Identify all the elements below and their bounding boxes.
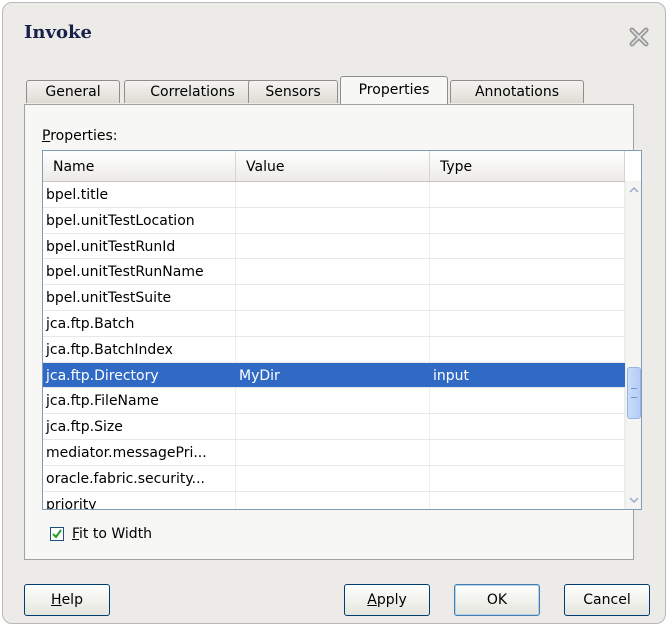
vertical-scrollbar[interactable] xyxy=(625,181,641,509)
property-name-cell[interactable]: bpel.title xyxy=(43,182,236,207)
property-type-cell[interactable] xyxy=(430,233,625,259)
column-header-name[interactable]: Name xyxy=(43,151,236,181)
properties-table: Name Value Type bpel.title bpel.unitTestL… xyxy=(42,150,642,510)
property-type-cell[interactable] xyxy=(430,336,625,362)
table-row[interactable]: jca.ftp.Directory MyDir input xyxy=(43,362,625,389)
help-mnemonic: H xyxy=(51,592,62,608)
tab-general[interactable]: General xyxy=(26,80,120,103)
fit-to-width-checkbox[interactable] xyxy=(50,527,64,541)
table-row[interactable]: jca.ftp.Batch xyxy=(43,310,625,337)
property-name-cell[interactable]: bpel.unitTestSuite xyxy=(43,285,236,310)
property-type-cell[interactable] xyxy=(430,285,625,310)
dialog-title: Invoke xyxy=(24,22,92,43)
property-value-cell[interactable] xyxy=(236,259,430,285)
fit-to-width-mnemonic: F xyxy=(72,526,80,542)
property-name-cell[interactable]: priority xyxy=(43,491,236,509)
property-type-cell[interactable] xyxy=(430,414,625,439)
table-body: bpel.title bpel.unitTestLocation bpel.unit… xyxy=(43,182,625,509)
help-label: elp xyxy=(61,592,83,608)
property-type-cell[interactable] xyxy=(430,182,625,207)
property-type-cell[interactable] xyxy=(430,465,625,491)
table-row[interactable]: bpel.unitTestLocation xyxy=(43,207,625,234)
table-header: Name Value Type xyxy=(43,151,625,182)
table-row[interactable]: jca.ftp.Size xyxy=(43,414,625,440)
scrollbar-thumb[interactable] xyxy=(627,367,641,419)
table-row[interactable]: bpel.unitTestRunName xyxy=(43,259,625,286)
table-row[interactable]: jca.ftp.BatchIndex xyxy=(43,336,625,363)
property-value-cell[interactable] xyxy=(236,439,430,465)
scroll-up-arrow-icon[interactable] xyxy=(626,181,641,199)
property-value-cell[interactable] xyxy=(236,233,430,259)
table-row[interactable]: bpel.unitTestRunId xyxy=(43,233,625,260)
ok-button[interactable]: OK xyxy=(454,584,540,616)
property-value-cell[interactable] xyxy=(236,414,430,439)
properties-label-mnemonic: P xyxy=(42,128,51,144)
property-type-cell[interactable]: input xyxy=(430,362,625,388)
tab-correlations[interactable]: Correlations xyxy=(124,80,261,103)
property-name-cell[interactable]: jca.ftp.Directory xyxy=(43,362,236,388)
properties-label-text: roperties: xyxy=(50,128,118,144)
fit-to-width-label: Fit to Width xyxy=(72,524,152,544)
cancel-button[interactable]: Cancel xyxy=(564,584,650,616)
property-type-cell[interactable] xyxy=(430,491,625,509)
table-row[interactable]: jca.ftp.FileName xyxy=(43,388,625,415)
property-value-cell[interactable] xyxy=(236,182,430,207)
property-type-cell[interactable] xyxy=(430,310,625,336)
fit-to-width-text: it to Width xyxy=(79,526,153,542)
scroll-down-arrow-icon[interactable] xyxy=(626,491,641,509)
property-name-cell[interactable]: bpel.unitTestRunId xyxy=(43,233,236,259)
tab-bar: General Correlations Sensors Properties … xyxy=(26,76,626,104)
property-type-cell[interactable] xyxy=(430,259,625,285)
close-icon xyxy=(629,27,649,47)
property-name-cell[interactable]: jca.ftp.FileName xyxy=(43,388,236,414)
close-button[interactable] xyxy=(628,26,650,48)
property-name-cell[interactable]: bpel.unitTestLocation xyxy=(43,207,236,233)
apply-label: pply xyxy=(376,592,407,608)
properties-label: Properties: xyxy=(42,128,117,144)
tab-annotations[interactable]: Annotations xyxy=(450,80,584,103)
table-row[interactable]: priority xyxy=(43,491,625,509)
property-value-cell[interactable] xyxy=(236,207,430,233)
property-value-cell[interactable] xyxy=(236,491,430,509)
tab-sensors[interactable]: Sensors xyxy=(248,80,338,103)
property-value-cell[interactable] xyxy=(236,310,430,336)
tab-properties[interactable]: Properties xyxy=(340,76,448,104)
table-row[interactable]: mediator.messagePri... xyxy=(43,439,625,466)
property-name-cell[interactable]: jca.ftp.BatchIndex xyxy=(43,336,236,362)
apply-mnemonic: A xyxy=(367,592,377,608)
table-row[interactable]: bpel.unitTestSuite xyxy=(43,285,625,311)
property-value-cell[interactable]: MyDir xyxy=(236,362,430,388)
table-row[interactable]: bpel.title xyxy=(43,182,625,208)
column-header-value[interactable]: Value xyxy=(236,151,430,181)
property-name-cell[interactable]: oracle.fabric.security... xyxy=(43,465,236,491)
property-type-cell[interactable] xyxy=(430,207,625,233)
property-name-cell[interactable]: jca.ftp.Size xyxy=(43,414,236,439)
property-type-cell[interactable] xyxy=(430,439,625,465)
property-value-cell[interactable] xyxy=(236,285,430,310)
property-type-cell[interactable] xyxy=(430,388,625,414)
property-value-cell[interactable] xyxy=(236,336,430,362)
property-name-cell[interactable]: mediator.messagePri... xyxy=(43,439,236,465)
column-header-type[interactable]: Type xyxy=(430,151,625,181)
property-value-cell[interactable] xyxy=(236,388,430,414)
property-value-cell[interactable] xyxy=(236,465,430,491)
property-name-cell[interactable]: bpel.unitTestRunName xyxy=(43,259,236,285)
checkmark-icon xyxy=(52,529,62,539)
apply-button[interactable]: Apply xyxy=(344,584,430,616)
help-button[interactable]: Help xyxy=(24,584,110,616)
table-row[interactable]: oracle.fabric.security... xyxy=(43,465,625,492)
property-name-cell[interactable]: jca.ftp.Batch xyxy=(43,310,236,336)
